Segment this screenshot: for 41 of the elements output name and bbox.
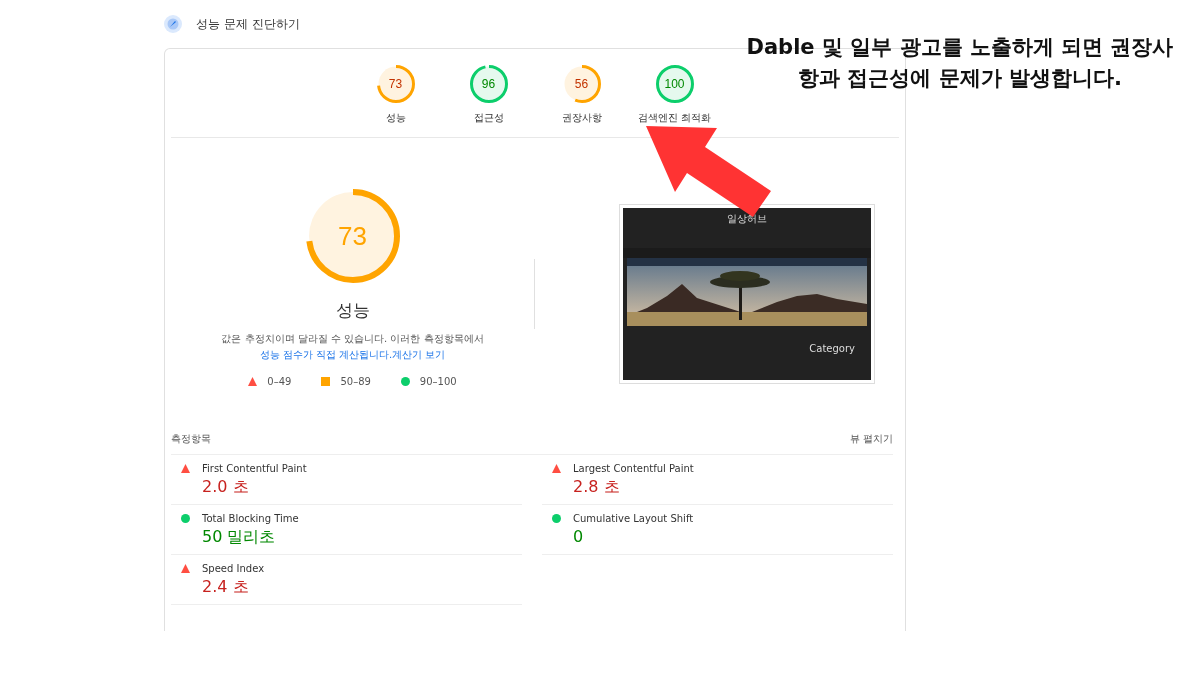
score-note: 값은 추정치이며 달라질 수 있습니다. 이러한 측정항목에서 <box>221 332 484 346</box>
circle-icon <box>552 514 561 523</box>
site-title: 일상허브 <box>726 212 768 226</box>
metric-value: 2.8 초 <box>573 477 621 498</box>
score-value: 73 <box>388 77 403 91</box>
expand-view-toggle[interactable]: 뷰 펼치기 <box>849 432 893 446</box>
score-link[interactable]: 성능 점수가 직접 계산됩니다. <box>259 348 393 362</box>
triangle-icon <box>181 464 190 473</box>
triangle-icon <box>552 464 561 473</box>
legend-range: 0–49 <box>267 376 292 387</box>
triangle-icon <box>181 564 190 573</box>
metric-name: Largest Contentful Paint <box>573 463 694 474</box>
legend-range: 90–100 <box>419 376 457 387</box>
category-label: 검색엔진 최적화 <box>637 111 712 125</box>
square-icon <box>321 377 331 386</box>
section-title: 성능 문제 진단하기 <box>196 15 300 33</box>
metric-value: 0 <box>573 527 585 546</box>
metric-name: Cumulative Layout Shift <box>573 513 694 524</box>
gauge-logo-icon <box>164 15 182 33</box>
metric-name: Speed Index <box>202 563 265 574</box>
score-value: 100 <box>664 77 685 91</box>
metric-name: First Contentful Paint <box>202 463 307 474</box>
gauge-label: 성능 <box>335 299 370 322</box>
annotation-text: Dable 및 일부 광고를 노출하게 되면 권장사항과 접근성에 문제가 발생합니다. <box>745 34 1175 92</box>
metric-value: 2.4 초 <box>202 577 250 598</box>
triangle-icon <box>248 377 258 386</box>
score-value: 73 <box>338 220 367 252</box>
metrics-title: 측정항목 <box>171 432 211 446</box>
metric-name: Total Blocking Time <box>202 513 299 524</box>
circle-icon <box>181 514 190 523</box>
calculator-link[interactable]: 계산기 보기 <box>392 348 446 362</box>
category-label: 성능 <box>385 111 406 125</box>
category-label: 권장사항 <box>561 111 602 125</box>
legend-range: 50–89 <box>340 376 371 387</box>
category-label: 접근성 <box>473 111 504 125</box>
circle-icon <box>400 377 410 386</box>
score-value: 56 <box>574 77 589 91</box>
score-value: 96 <box>481 77 496 91</box>
sidebar-heading: Category <box>809 343 855 354</box>
metric-value: 50 밀리초 <box>202 527 277 548</box>
metric-value: 2.0 초 <box>202 477 250 498</box>
